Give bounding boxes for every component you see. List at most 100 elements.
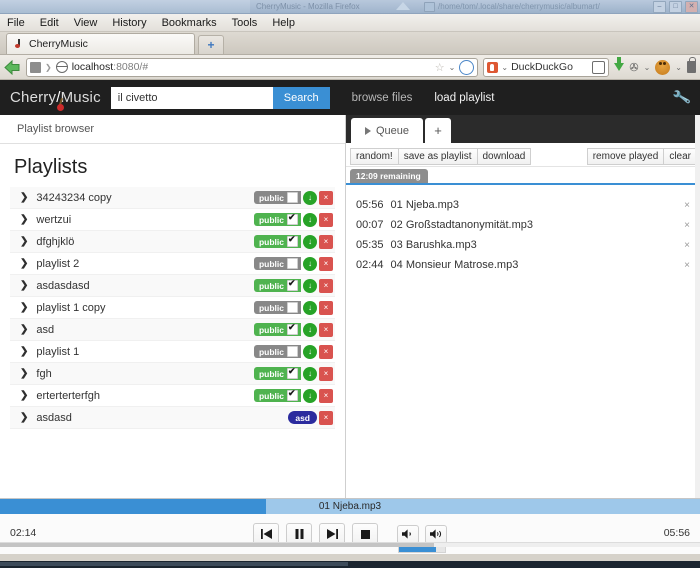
addon-dropdown-icon[interactable]: ⌄: [644, 63, 651, 72]
seek-bar[interactable]: 01 Njeba.mp3: [0, 499, 700, 514]
playlist-row[interactable]: ❯wertzuipublic↓×: [10, 209, 335, 231]
playlist-row[interactable]: ❯asdasdasd×: [10, 407, 335, 429]
public-checkbox[interactable]: [287, 258, 298, 269]
download-playlist-icon[interactable]: ↓: [303, 279, 317, 293]
public-checkbox[interactable]: [287, 302, 298, 313]
public-checkbox[interactable]: [287, 368, 298, 379]
expand-arrow-icon[interactable]: ❯: [20, 192, 28, 203]
cherrymusic-logo[interactable]: Cherry/Music: [10, 89, 111, 106]
queue-track-row[interactable]: 02:4404 Monsieur Matrose.mp3×: [346, 255, 700, 275]
public-toggle-badge[interactable]: public: [254, 279, 301, 292]
public-toggle-badge[interactable]: public: [254, 301, 301, 314]
new-tab-button[interactable]: +: [198, 35, 224, 54]
delete-playlist-icon[interactable]: ×: [319, 323, 333, 337]
volume-down-button[interactable]: [397, 525, 419, 544]
playlist-row[interactable]: ❯asdasdasdpublic↓×: [10, 275, 335, 297]
page-horizontal-scrollbar[interactable]: [0, 542, 700, 547]
browser-search-bar[interactable]: ⌄ DuckDuckGo: [483, 58, 609, 77]
remove-track-icon[interactable]: ×: [684, 220, 690, 231]
close-button[interactable]: ✕: [685, 1, 698, 13]
delete-playlist-icon[interactable]: ×: [319, 389, 333, 403]
download-playlist-icon[interactable]: ↓: [303, 345, 317, 359]
queue-track-row[interactable]: 05:5601 Njeba.mp3×: [346, 195, 700, 215]
search-engine-dropdown-icon[interactable]: ⌄: [501, 63, 508, 72]
playlist-row[interactable]: ❯asdpublic↓×: [10, 319, 335, 341]
expand-arrow-icon[interactable]: ❯: [20, 346, 28, 357]
nav-browse-files[interactable]: browse files: [352, 92, 413, 104]
wrench-icon[interactable]: 🔧: [671, 87, 692, 107]
delete-playlist-icon[interactable]: ×: [319, 213, 333, 227]
download-playlist-icon[interactable]: ↓: [303, 257, 317, 271]
public-toggle-badge[interactable]: public: [254, 345, 301, 358]
expand-arrow-icon[interactable]: ❯: [20, 368, 28, 379]
public-toggle-badge[interactable]: public: [254, 213, 301, 226]
add-queue-tab-button[interactable]: +: [425, 118, 451, 143]
menu-view[interactable]: View: [72, 17, 100, 29]
public-toggle-badge[interactable]: public: [254, 191, 301, 204]
delete-playlist-icon[interactable]: ×: [319, 235, 333, 249]
delete-playlist-icon[interactable]: ×: [319, 191, 333, 205]
public-checkbox[interactable]: [287, 280, 298, 291]
playlist-row[interactable]: ❯fghpublic↓×: [10, 363, 335, 385]
maximize-button[interactable]: □: [669, 1, 682, 13]
clear-button[interactable]: clear: [663, 148, 697, 165]
public-checkbox[interactable]: [287, 236, 298, 247]
playlist-row[interactable]: ❯erterterterfghpublic↓×: [10, 385, 335, 407]
playlist-tag-badge[interactable]: asd: [288, 411, 317, 424]
delete-playlist-icon[interactable]: ×: [319, 367, 333, 381]
download-playlist-icon[interactable]: ↓: [303, 301, 317, 315]
expand-arrow-icon[interactable]: ❯: [20, 324, 28, 335]
downloads-button[interactable]: [614, 63, 624, 71]
queue-track-row[interactable]: 00:0702 Großstadtanonymität.mp3×: [346, 215, 700, 235]
search-button[interactable]: Search: [273, 87, 330, 109]
monkey-dropdown-icon[interactable]: ⌄: [675, 63, 682, 72]
download-playlist-icon[interactable]: ↓: [303, 389, 317, 403]
tab-cherrymusic[interactable]: CherryMusic: [6, 33, 195, 54]
delete-playlist-icon[interactable]: ×: [319, 345, 333, 359]
remove-track-icon[interactable]: ×: [684, 260, 690, 271]
url-dropdown-icon[interactable]: ⌄: [449, 63, 456, 72]
menu-bookmarks[interactable]: Bookmarks: [160, 17, 219, 29]
playlist-row[interactable]: ❯playlist 1public↓×: [10, 341, 335, 363]
download-button[interactable]: download: [477, 148, 532, 165]
remove-track-icon[interactable]: ×: [684, 240, 690, 251]
download-playlist-icon[interactable]: ↓: [303, 213, 317, 227]
public-toggle-badge[interactable]: public: [254, 257, 301, 270]
search-input[interactable]: [111, 87, 273, 109]
queue-track-row[interactable]: 05:3503 Barushka.mp3×: [346, 235, 700, 255]
monkey-addon-icon[interactable]: [655, 60, 670, 75]
public-toggle-badge[interactable]: public: [254, 235, 301, 248]
public-checkbox[interactable]: [287, 346, 298, 357]
playlist-row[interactable]: ❯dfghjklöpublic↓×: [10, 231, 335, 253]
download-playlist-icon[interactable]: ↓: [303, 235, 317, 249]
public-checkbox[interactable]: [287, 214, 298, 225]
public-checkbox[interactable]: [287, 192, 298, 203]
reload-icon[interactable]: [459, 60, 474, 75]
public-toggle-badge[interactable]: public: [254, 367, 301, 380]
playlist-row[interactable]: ❯playlist 2public↓×: [10, 253, 335, 275]
download-playlist-icon[interactable]: ↓: [303, 323, 317, 337]
search-icon[interactable]: [592, 61, 605, 74]
playlist-row[interactable]: ❯playlist 1 copypublic↓×: [10, 297, 335, 319]
lock-icon[interactable]: [687, 61, 696, 73]
save-as-playlist-button[interactable]: save as playlist: [398, 148, 478, 165]
expand-arrow-icon[interactable]: ❯: [20, 258, 28, 269]
public-toggle-badge[interactable]: public: [254, 389, 301, 402]
remove-track-icon[interactable]: ×: [684, 200, 690, 211]
bookmark-star-icon[interactable]: ☆: [435, 61, 445, 74]
playlist-row[interactable]: ❯34243234 copypublic↓×: [10, 187, 335, 209]
expand-arrow-icon[interactable]: ❯: [20, 412, 28, 423]
public-checkbox[interactable]: [287, 390, 298, 401]
expand-arrow-icon[interactable]: ❯: [20, 214, 28, 225]
download-playlist-icon[interactable]: ↓: [303, 191, 317, 205]
expand-arrow-icon[interactable]: ❯: [20, 390, 28, 401]
random-button[interactable]: random!: [350, 148, 399, 165]
expand-arrow-icon[interactable]: ❯: [20, 302, 28, 313]
delete-playlist-icon[interactable]: ×: [319, 257, 333, 271]
menu-history[interactable]: History: [110, 17, 148, 29]
back-button-icon[interactable]: [4, 60, 21, 75]
delete-playlist-icon[interactable]: ×: [319, 411, 333, 425]
site-identity-icon[interactable]: [30, 62, 41, 73]
page-horizontal-scrollbar-thumb[interactable]: [0, 543, 434, 547]
remove-played-button[interactable]: remove played: [587, 148, 665, 165]
